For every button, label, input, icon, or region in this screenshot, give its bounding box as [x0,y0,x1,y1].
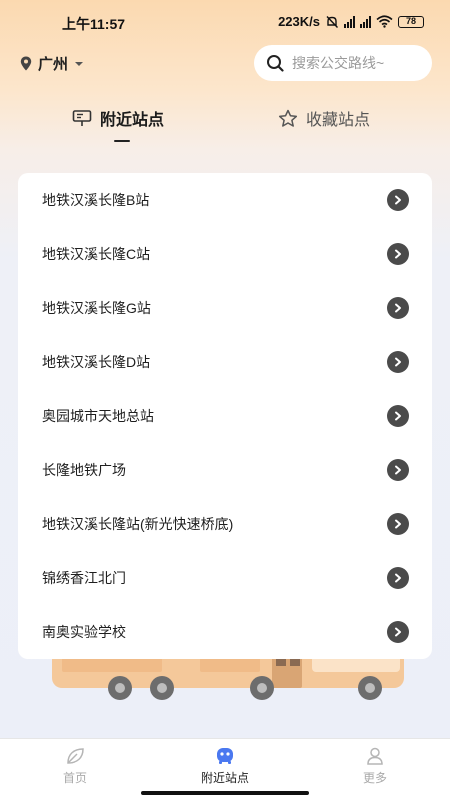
tab-nearby-stations[interactable]: 附近站点 [72,106,164,130]
station-row[interactable]: 地铁汉溪长隆G站 [18,281,432,335]
station-name: 地铁汉溪长隆站(新光快速桥底) [42,516,234,532]
station-list: 地铁汉溪长隆B站 地铁汉溪长隆C站 地铁汉溪长隆G站 地铁汉溪长隆D站 奥园城市… [18,173,432,659]
chevron-right-icon[interactable] [387,459,409,481]
nav-home-label: 首页 [62,771,87,785]
status-indicators: 223K/s 78 [278,14,424,29]
signal-1-icon [344,15,355,28]
nav-nearby-label: 附近站点 [200,771,249,785]
station-name: 地铁汉溪长隆C站 [42,246,151,262]
nav-home[interactable]: 首页 [35,747,115,786]
station-name: 地铁汉溪长隆B站 [42,192,150,208]
leaf-icon [67,748,84,764]
station-row[interactable]: 锦绣香江北门 [18,551,432,605]
home-indicator [141,791,309,795]
tab-nearby-label: 附近站点 [100,112,165,129]
station-name: 奥园城市天地总站 [42,408,154,424]
search-icon [267,55,284,72]
city-name: 广州 [38,56,69,73]
chevron-right-icon[interactable] [387,567,409,589]
star-outline-icon [278,109,298,127]
nav-nearby-stations[interactable]: 附近站点 [185,747,265,786]
caret-down-icon [75,61,84,66]
network-speed: 223K/s [278,14,320,29]
station-row[interactable]: 地铁汉溪长隆站(新光快速桥底) [18,497,432,551]
tab-favorite-stations[interactable]: 收藏站点 [278,106,370,130]
chevron-right-icon[interactable] [387,351,409,373]
mute-bell-icon [326,15,339,28]
header: 广州 搜索公交路线~ [0,44,450,84]
station-row[interactable]: 长隆地铁广场 [18,443,432,497]
location-pin-icon [20,56,32,71]
chevron-right-icon[interactable] [387,297,409,319]
station-row[interactable]: 地铁汉溪长隆D站 [18,335,432,389]
active-tab-indicator [114,140,130,142]
chevron-right-icon[interactable] [387,513,409,535]
nav-more-label: 更多 [362,771,387,785]
station-name: 锦绣香江北门 [42,570,126,586]
station-name: 地铁汉溪长隆G站 [42,300,151,316]
tab-favorite-label: 收藏站点 [306,112,371,129]
bus-stop-sign-icon [72,110,92,126]
person-icon [367,747,383,765]
station-name: 长隆地铁广场 [42,462,126,478]
station-row[interactable]: 南奥实验学校 [18,605,432,659]
tab-bar: 附近站点 收藏站点 [0,104,450,144]
status-time: 上午11:57 [62,16,126,32]
station-row[interactable]: 地铁汉溪长隆C站 [18,227,432,281]
station-row[interactable]: 地铁汉溪长隆B站 [18,173,432,227]
battery-icon: 78 [398,15,424,28]
signal-2-icon [360,15,371,28]
city-selector[interactable]: 广州 [20,53,84,74]
station-name: 南奥实验学校 [42,624,126,640]
status-bar: 上午11:57 223K/s 78 [0,0,450,44]
chevron-right-icon[interactable] [387,405,409,427]
bus-face-icon [217,748,233,764]
chevron-right-icon[interactable] [387,243,409,265]
search-placeholder: 搜索公交路线~ [292,55,385,71]
chevron-right-icon[interactable] [387,189,409,211]
chevron-right-icon[interactable] [387,621,409,643]
station-name: 地铁汉溪长隆D站 [42,354,151,370]
nav-more[interactable]: 更多 [335,747,415,786]
station-row[interactable]: 奥园城市天地总站 [18,389,432,443]
wifi-icon [376,15,393,28]
search-input[interactable]: 搜索公交路线~ [254,45,432,81]
